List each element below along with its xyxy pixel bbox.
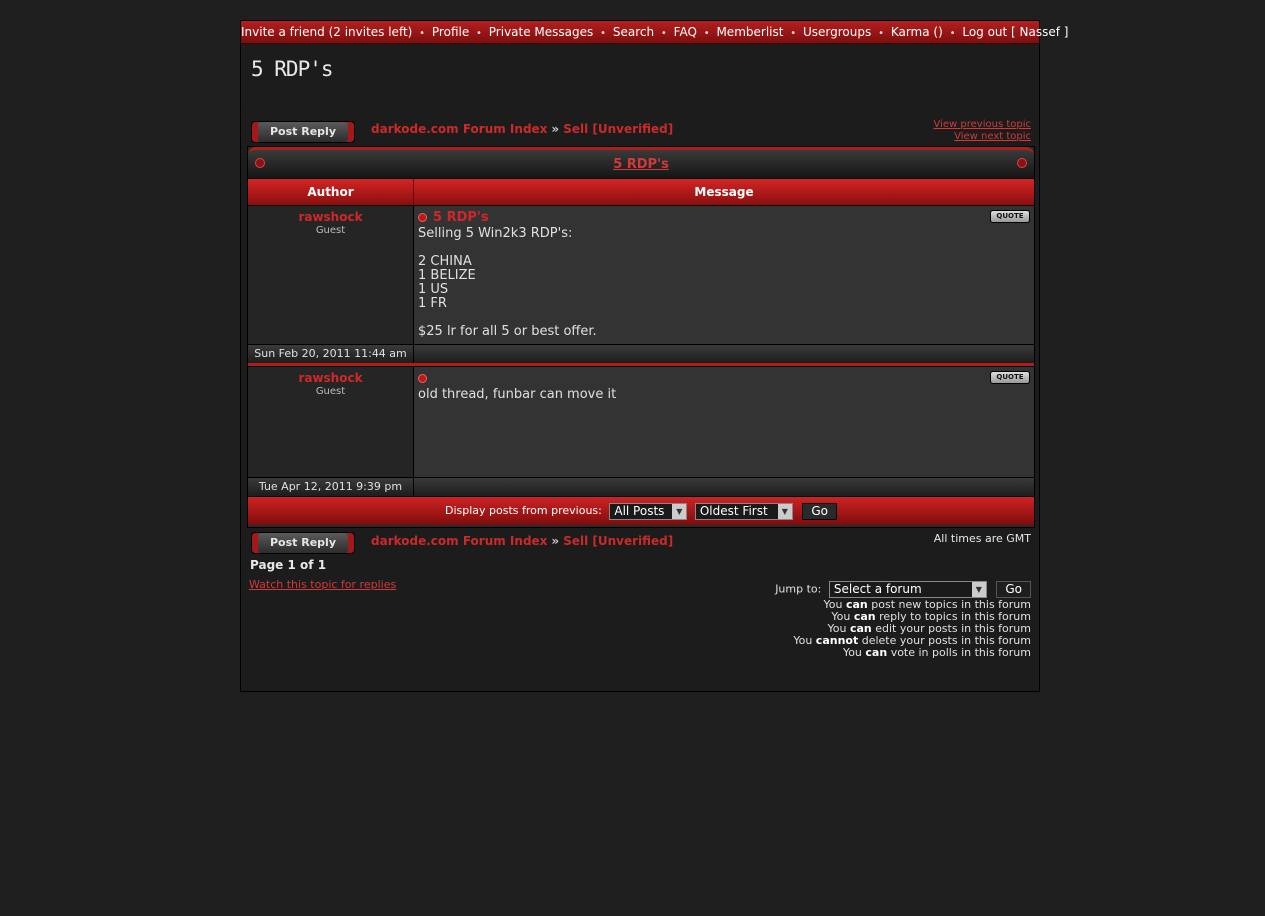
jump-to-select[interactable]: Select a forum ▼ [828,581,987,598]
author-column-header: Author [248,179,414,205]
post-line: Selling 5 Win2k3 RDP's: [418,226,573,241]
nav-separator: • [949,28,956,39]
jump-go-button[interactable]: Go [996,581,1031,598]
display-posts-label: Display posts from previous: [445,504,602,517]
nav-separator: • [660,28,667,39]
view-next-topic-link[interactable]: View next topic [933,131,1031,143]
posts-order-select[interactable]: Oldest First ▼ [694,502,793,520]
nav-separator: • [790,28,797,39]
chevron-down-icon: ▼ [672,503,687,519]
topic-title-link[interactable]: 5 RDP's [613,157,669,172]
timezone-note: All times are GMT [933,532,1031,545]
post-reply-button-bottom[interactable]: Post Reply [251,532,355,554]
post-line: 1 BELIZE [418,268,476,283]
post-line: $25 lr for all 5 or best offer. [418,324,597,339]
top-nav-bar: Invite a friend (2 invites left) • Profi… [241,21,1069,44]
topic-title-bar: 5 RDP's [248,147,1034,178]
forum-permissions: You can post new topics in this forum Yo… [793,599,1031,659]
nav-faq[interactable]: FAQ [674,25,697,39]
nav-logout[interactable]: Log out [ Nassef ] [962,25,1068,39]
post-reply-button[interactable]: Post Reply [251,121,355,143]
breadcrumb-separator: » [551,534,560,548]
post-author-rank: Guest [315,386,346,397]
message-column-header: Message [694,185,754,199]
post-line: 2 CHINA [418,254,472,269]
post-line: 1 FR [418,296,447,311]
post-message-cell: 5 RDP's QUOTE Selling 5 Win2k3 RDP's: 2 … [414,206,1034,344]
nav-search[interactable]: Search [613,25,654,39]
post-date: Tue Apr 12, 2011 9:39 pm [248,478,414,496]
quote-button[interactable]: QUOTE [990,210,1030,223]
table-header: Author Message [248,178,1034,205]
forum-container: Invite a friend (2 invites left) • Profi… [240,20,1069,692]
nav-separator: • [703,28,710,39]
display-options-bar: Display posts from previous: All Posts ▼ … [248,496,1034,525]
nav-profile[interactable]: Profile [432,25,469,39]
jump-to-value: Select a forum [833,582,922,596]
breadcrumb: darkode.com Forum Index » Sell [Unverified… [371,122,673,136]
post-subject: 5 RDP's [418,210,1030,225]
post-author-cell: rawshock Guest [248,367,414,477]
page-title: 5 RDP's [251,57,334,81]
quote-button[interactable]: QUOTE [990,371,1030,384]
post-line [418,311,1030,325]
breadcrumb-forum-index[interactable]: darkode.com Forum Index [371,534,547,548]
jump-to-form: Jump to: Select a forum ▼ Go [775,581,1031,598]
chevron-down-icon: ▼ [971,582,986,597]
nav-karma[interactable]: Karma () [891,25,943,39]
post-message-cell: QUOTE old thread, funbar can move it [414,367,1034,477]
nav-memberlist[interactable]: Memberlist [716,25,783,39]
post-subject [418,371,1030,386]
topic-table: 5 RDP's Author Message rawshock Guest 5 … [247,146,1035,528]
nav-separator: • [476,28,482,39]
bar-rivet-icon [1017,158,1027,168]
post-date-row: Tue Apr 12, 2011 9:39 pm [248,477,1034,496]
posts-range-select[interactable]: All Posts ▼ [609,502,688,520]
pagination-total: 1 [317,558,327,572]
breadcrumb-forum-index[interactable]: darkode.com Forum Index [371,122,547,136]
post-subject-text: 5 RDP's [433,210,489,225]
pagination-current: 1 [287,558,296,572]
posts-order-value: Oldest First [699,503,768,518]
nav-invite-friend[interactable]: Invite a friend (2 invites left) [241,25,412,39]
post-bullet-icon [418,374,427,383]
bar-rivet-icon [255,158,265,168]
breadcrumb-separator: » [551,122,560,136]
post-bullet-icon [418,213,427,222]
breadcrumb-forum[interactable]: Sell [Unverified] [563,122,673,136]
breadcrumb-bottom: darkode.com Forum Index » Sell [Unverified… [371,534,673,548]
post-date: Sun Feb 20, 2011 11:44 am [248,345,414,363]
post-date-row: Sun Feb 20, 2011 11:44 am [248,344,1034,363]
post-row: rawshock Guest QUOTE old thread, funbar … [248,366,1034,477]
view-previous-topic-link[interactable]: View previous topic [933,119,1031,131]
nav-separator: • [878,28,884,39]
nav-private-messages[interactable]: Private Messages [489,25,594,39]
post-line: old thread, funbar can move it [418,387,617,402]
post-body: old thread, funbar can move it [418,388,1030,402]
nav-separator: • [600,28,607,39]
pagination: Page 1 of 1 [250,558,326,572]
posts-range-value: All Posts [614,503,665,518]
jump-to-label: Jump to: [775,582,822,596]
post-author-cell: rawshock Guest [248,206,414,344]
display-go-button[interactable]: Go [802,502,837,520]
post-author-name[interactable]: rawshock [248,210,413,224]
post-author-name[interactable]: rawshock [248,371,413,385]
post-row: rawshock Guest 5 RDP's QUOTE Selling 5 W… [248,205,1034,344]
post-line: 1 US [418,282,449,297]
post-author-rank: Guest [315,225,346,236]
chevron-down-icon: ▼ [777,503,792,519]
nav-separator: • [419,28,426,39]
nav-usergroups[interactable]: Usergroups [803,25,871,39]
pagination-of: of [300,558,314,572]
pagination-prefix: Page [250,558,284,572]
breadcrumb-forum[interactable]: Sell [Unverified] [563,534,673,548]
post-body: Selling 5 Win2k3 RDP's: 2 CHINA 1 BELIZE… [418,227,1030,339]
topic-navigation: View previous topic View next topic [933,119,1031,143]
watch-topic-link[interactable]: Watch this topic for replies [249,578,396,591]
post-line [418,241,1030,255]
permission-line: You can vote in polls in this forum [842,646,1031,659]
